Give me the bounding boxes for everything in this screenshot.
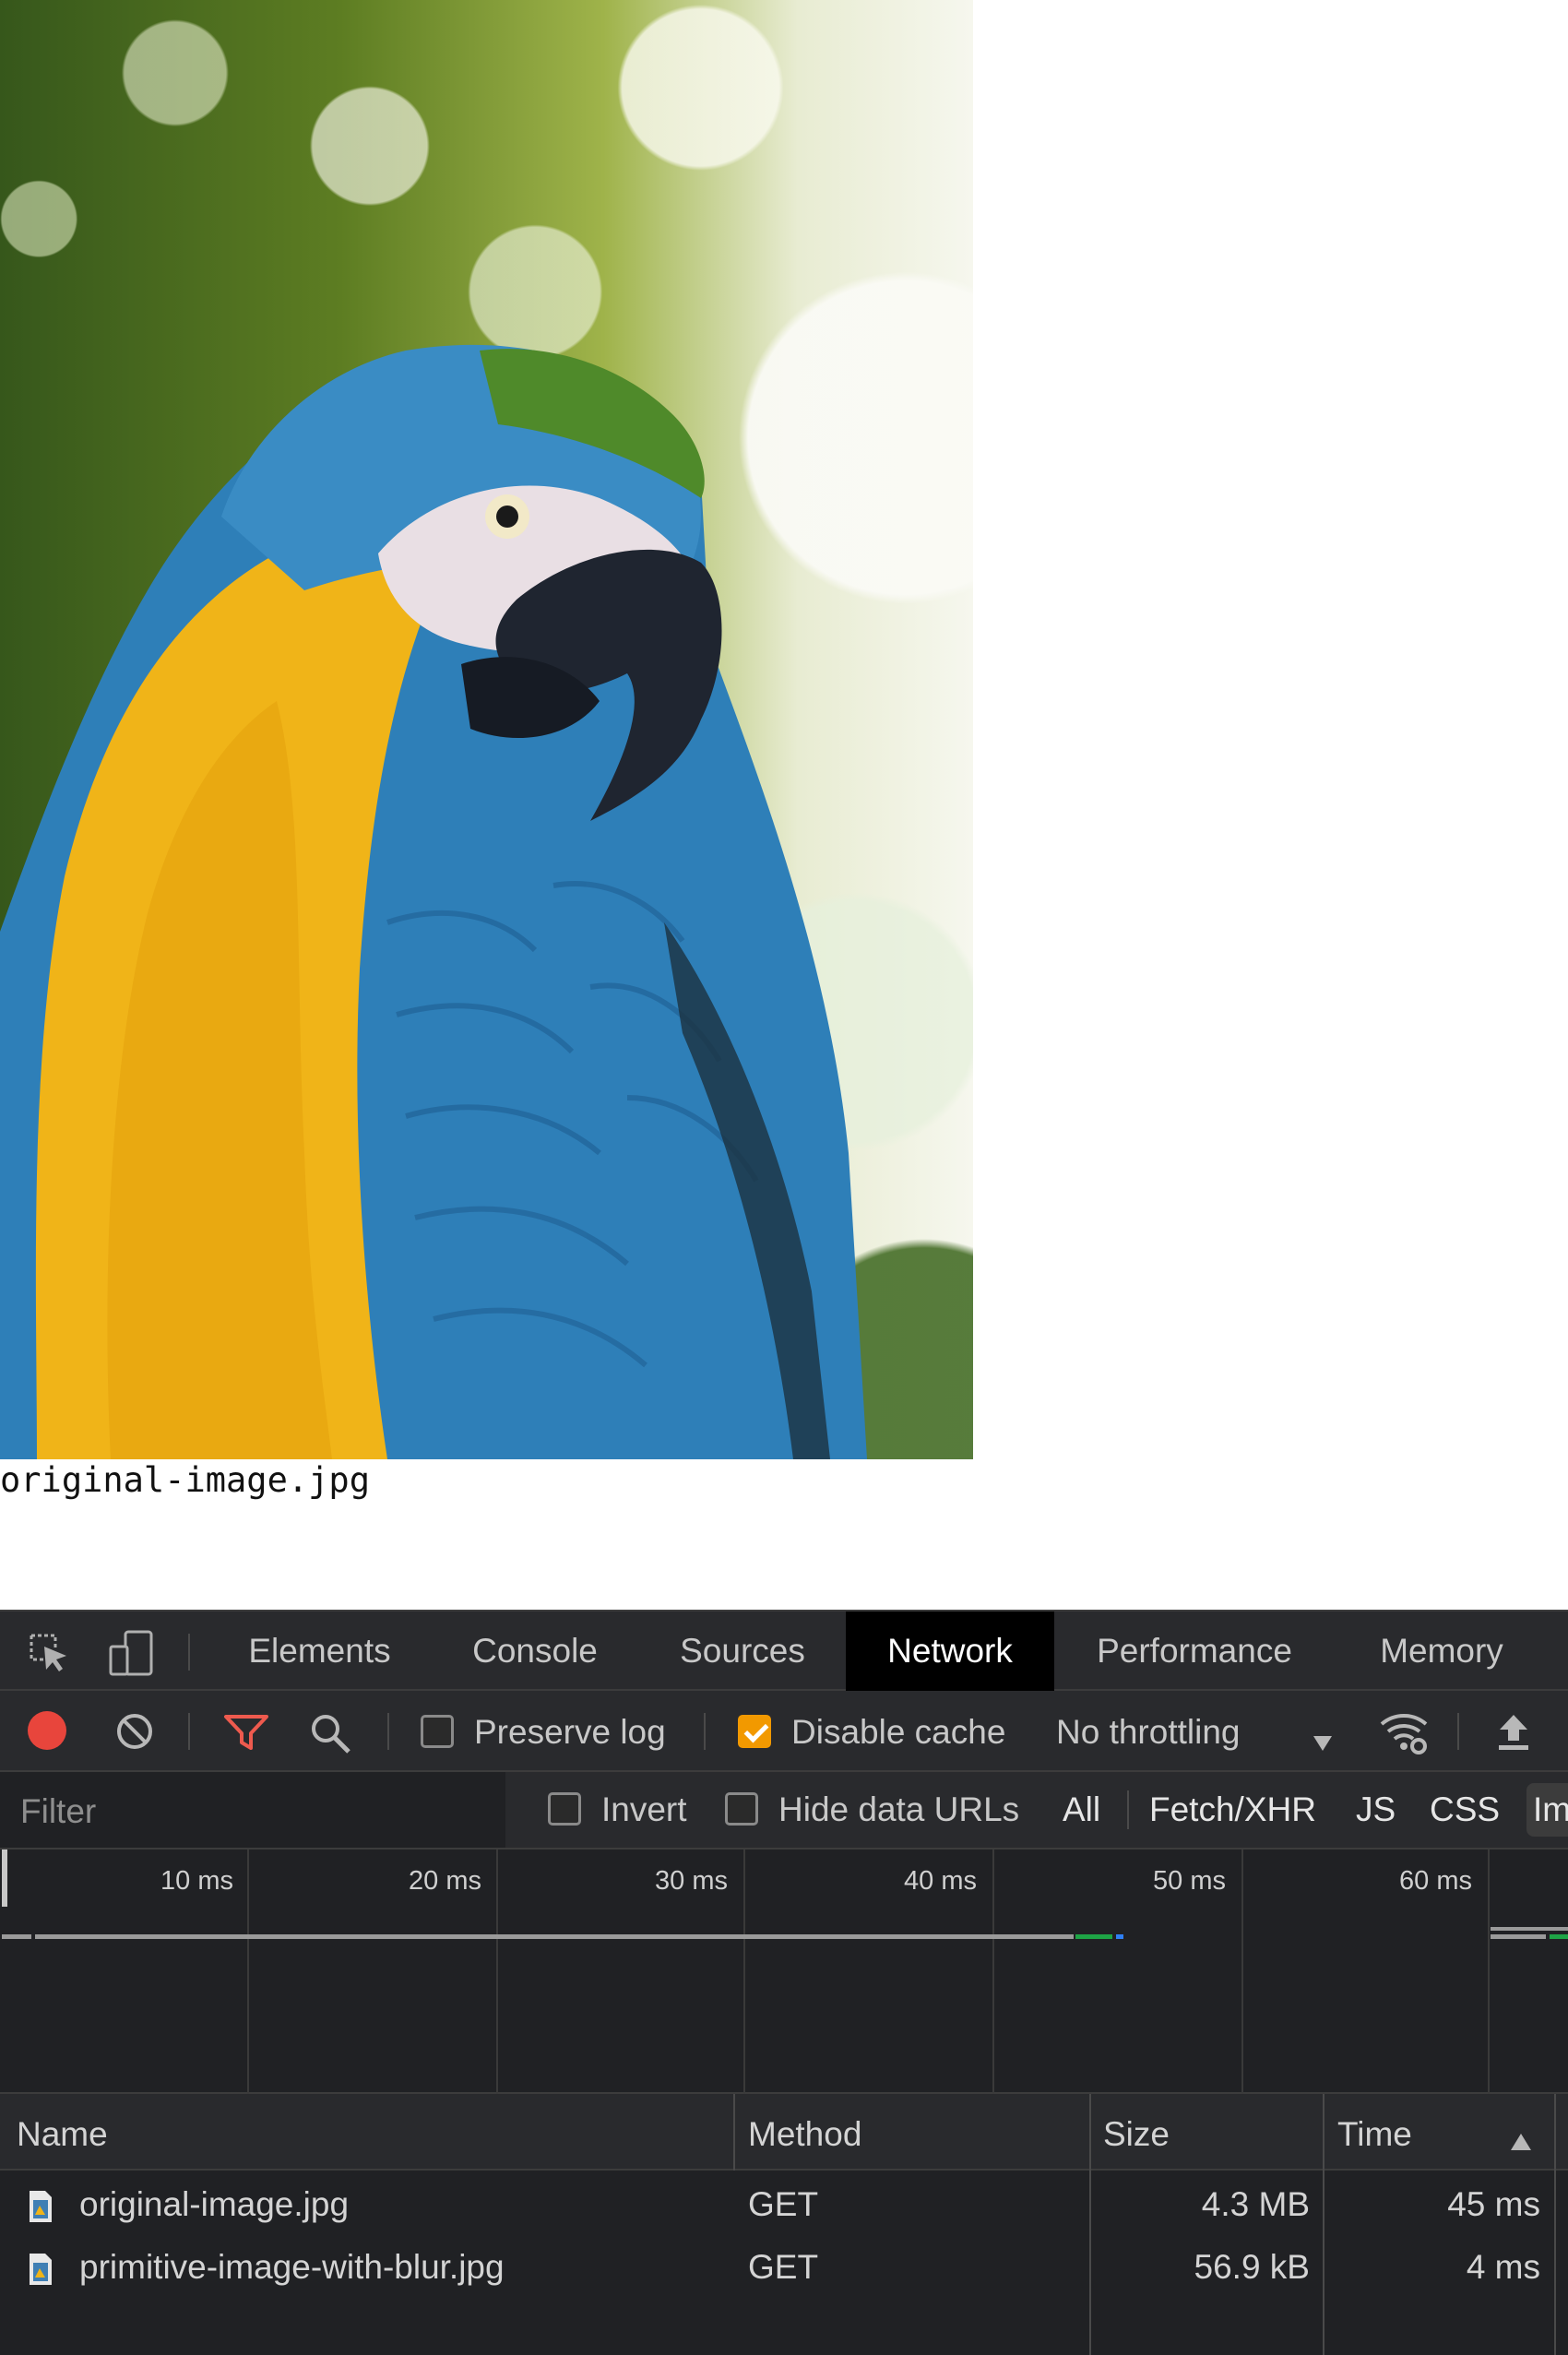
wifi-settings-icon[interactable]: [1378, 1709, 1430, 1764]
column-header-name[interactable]: Name: [17, 2117, 108, 2151]
sort-ascending-icon[interactable]: [1509, 2122, 1533, 2160]
table-row[interactable]: primitive-image-with-blur.jpg GET 56.9 k…: [0, 2235, 1568, 2300]
image-caption: original-image.jpg: [0, 1460, 370, 1500]
toolbar-divider: [1457, 1713, 1459, 1750]
request-method: GET: [748, 2248, 819, 2286]
filter-type-css[interactable]: CSS: [1430, 1792, 1500, 1826]
request-time: 45 ms: [1447, 2185, 1540, 2223]
grid-line: [247, 1850, 249, 2094]
network-filterbar: Filter Invert Hide data URLs All Fetch/X…: [0, 1772, 1568, 1850]
timeline-tick: 20 ms: [409, 1866, 481, 1896]
toolbar-divider: [188, 1713, 190, 1750]
waterfall-wait-bar: [1491, 1934, 1546, 1939]
timeline-tick: 40 ms: [904, 1866, 977, 1896]
device-toolbar-icon[interactable]: [107, 1630, 155, 1684]
column-divider[interactable]: [1554, 2094, 1556, 2171]
search-icon[interactable]: [308, 1711, 352, 1764]
column-header-method[interactable]: Method: [748, 2117, 861, 2151]
hide-data-urls-label: Hide data URLs: [778, 1790, 1020, 1828]
toolbar-divider: [188, 1634, 190, 1671]
waterfall-download-bar: [1075, 1934, 1112, 1939]
network-overview[interactable]: 10 ms 20 ms 30 ms 40 ms 50 ms 60 ms: [0, 1850, 1568, 2094]
tab-sources[interactable]: Sources: [650, 1612, 835, 1691]
waterfall-wait-bar: [35, 1934, 1074, 1939]
tab-network[interactable]: Network: [846, 1612, 1054, 1691]
timeline-tick: 10 ms: [160, 1866, 233, 1896]
upload-icon[interactable]: [1494, 1711, 1533, 1760]
preserve-log-label: Preserve log: [474, 1713, 666, 1751]
column-divider[interactable]: [1323, 2094, 1324, 2171]
table-row[interactable]: original-image.jpg GET 4.3 MB 45 ms: [0, 2171, 1568, 2235]
requests-table-body: original-image.jpg GET 4.3 MB 45 ms prim…: [0, 2171, 1568, 2355]
grid-line: [992, 1850, 994, 2094]
hide-data-urls-checkbox[interactable]: [725, 1792, 758, 1826]
filter-icon[interactable]: [223, 1713, 269, 1760]
grid-line: [496, 1850, 498, 2094]
parrot-image: [0, 0, 973, 1459]
overview-drag-handle[interactable]: [2, 1850, 7, 1907]
clear-icon[interactable]: [114, 1711, 155, 1760]
timeline-tick: 50 ms: [1153, 1866, 1226, 1896]
image-file-icon: [28, 2189, 53, 2232]
filter-type-js[interactable]: JS: [1356, 1792, 1396, 1826]
request-name[interactable]: original-image.jpg: [79, 2187, 349, 2221]
request-size: 4.3 MB: [1201, 2185, 1310, 2223]
image-file-icon: [28, 2252, 53, 2295]
waterfall-wait-bar: [2, 1934, 31, 1939]
parrot-illustration: [0, 344, 867, 1459]
filter-type-img[interactable]: Im: [1533, 1792, 1568, 1826]
column-divider[interactable]: [1089, 2094, 1091, 2171]
chevron-down-icon[interactable]: [1312, 1722, 1334, 1761]
grid-line: [1241, 1850, 1243, 2094]
column-divider[interactable]: [733, 2094, 735, 2171]
requests-table-header: Name Method Size Time: [0, 2094, 1568, 2171]
waterfall-download-bar: [1116, 1934, 1123, 1939]
invert-checkbox[interactable]: [548, 1792, 581, 1826]
request-method: GET: [748, 2185, 819, 2223]
tab-performance[interactable]: Performance: [1070, 1612, 1319, 1691]
disable-cache-checkbox[interactable]: [738, 1715, 771, 1748]
filter-type-all[interactable]: All: [1063, 1792, 1100, 1826]
request-time: 4 ms: [1466, 2248, 1540, 2286]
tab-memory[interactable]: Memory: [1345, 1612, 1538, 1691]
toolbar-divider: [704, 1713, 706, 1750]
timeline-tick: 30 ms: [655, 1866, 728, 1896]
throttling-select[interactable]: No throttling: [1056, 1715, 1241, 1749]
column-header-time[interactable]: Time: [1337, 2117, 1412, 2151]
inspect-element-icon[interactable]: [28, 1632, 70, 1683]
grid-line: [743, 1850, 745, 2094]
invert-label: Invert: [601, 1790, 687, 1828]
devtools-tabbar: Elements Console Sources Network Perform…: [0, 1610, 1568, 1691]
grid-line: [1488, 1850, 1490, 2094]
request-size: 56.9 kB: [1194, 2248, 1310, 2286]
tab-elements[interactable]: Elements: [225, 1612, 414, 1691]
filter-input[interactable]: Filter: [20, 1794, 96, 1828]
waterfall-wait-bar: [1491, 1927, 1568, 1931]
timeline-tick: 60 ms: [1399, 1866, 1472, 1896]
tab-console[interactable]: Console: [443, 1612, 627, 1691]
preserve-log-checkbox[interactable]: [421, 1715, 454, 1748]
column-header-size[interactable]: Size: [1103, 2117, 1170, 2151]
request-name[interactable]: primitive-image-with-blur.jpg: [79, 2250, 505, 2284]
devtools-panel: Elements Console Sources Network Perform…: [0, 1610, 1568, 2355]
filterbar-divider: [1127, 1790, 1129, 1829]
waterfall-download-bar: [1550, 1934, 1568, 1939]
network-toolbar: Preserve log Disable cache No throttling: [0, 1691, 1568, 1772]
disable-cache-label: Disable cache: [791, 1713, 1006, 1751]
toolbar-divider: [387, 1713, 389, 1750]
filter-input-box: Filter: [0, 1772, 505, 1848]
filter-type-fetch-xhr[interactable]: Fetch/XHR: [1149, 1792, 1316, 1826]
record-icon[interactable]: [28, 1711, 66, 1750]
